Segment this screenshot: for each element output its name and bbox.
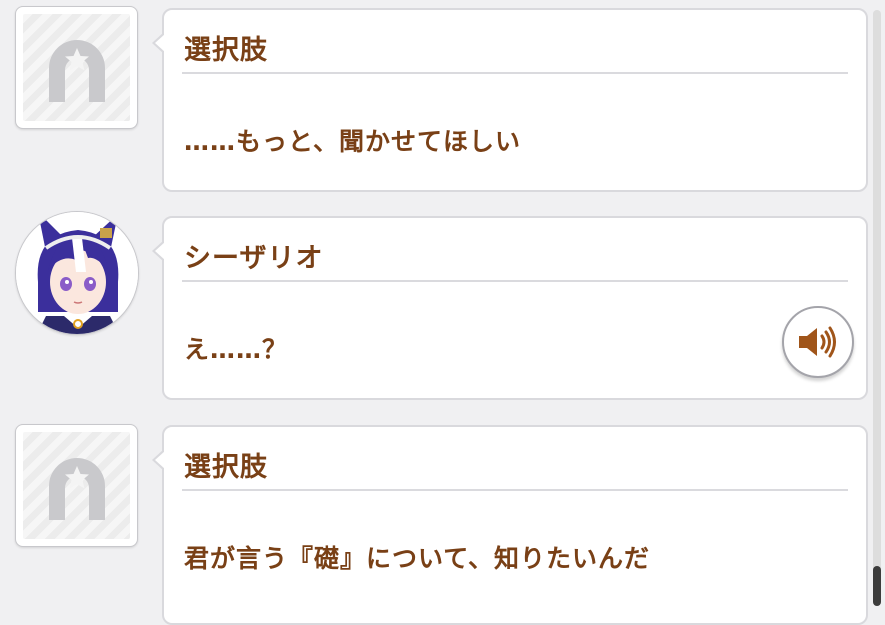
bubble-tail xyxy=(152,449,165,471)
speaker-name: 選択肢 xyxy=(184,35,268,66)
divider xyxy=(182,72,848,74)
dialogue-bubble: シーザリオ え……？ xyxy=(152,216,868,400)
character-portrait-icon xyxy=(16,212,138,334)
character-portrait xyxy=(15,211,139,335)
speaker-name: 選択肢 xyxy=(184,452,268,483)
divider xyxy=(182,280,848,282)
horseshoe-placeholder-icon xyxy=(48,39,105,102)
speaker-voice-icon xyxy=(799,326,836,358)
choice-avatar xyxy=(15,6,138,129)
dialogue-text: え……？ xyxy=(184,335,289,364)
dialogue-bubble: 選択肢 ……もっと、聞かせてほしい xyxy=(152,8,868,192)
speaker-name: シーザリオ xyxy=(184,243,324,274)
choice-avatar xyxy=(15,424,138,547)
scrollbar-thumb[interactable] xyxy=(873,566,881,606)
bubble-tail xyxy=(152,32,165,54)
scrollbar[interactable] xyxy=(873,10,881,606)
horseshoe-placeholder-icon xyxy=(48,457,105,520)
divider xyxy=(182,489,848,491)
dialogue-text: 君が言う『礎』について、知りたいんだ xyxy=(184,544,651,573)
dialogue-text: ……もっと、聞かせてほしい xyxy=(184,127,522,156)
voice-play-button[interactable] xyxy=(782,306,854,378)
bubble-tail xyxy=(152,240,165,262)
dialogue-bubble: 選択肢 君が言う『礎』について、知りたいんだ xyxy=(152,425,868,625)
